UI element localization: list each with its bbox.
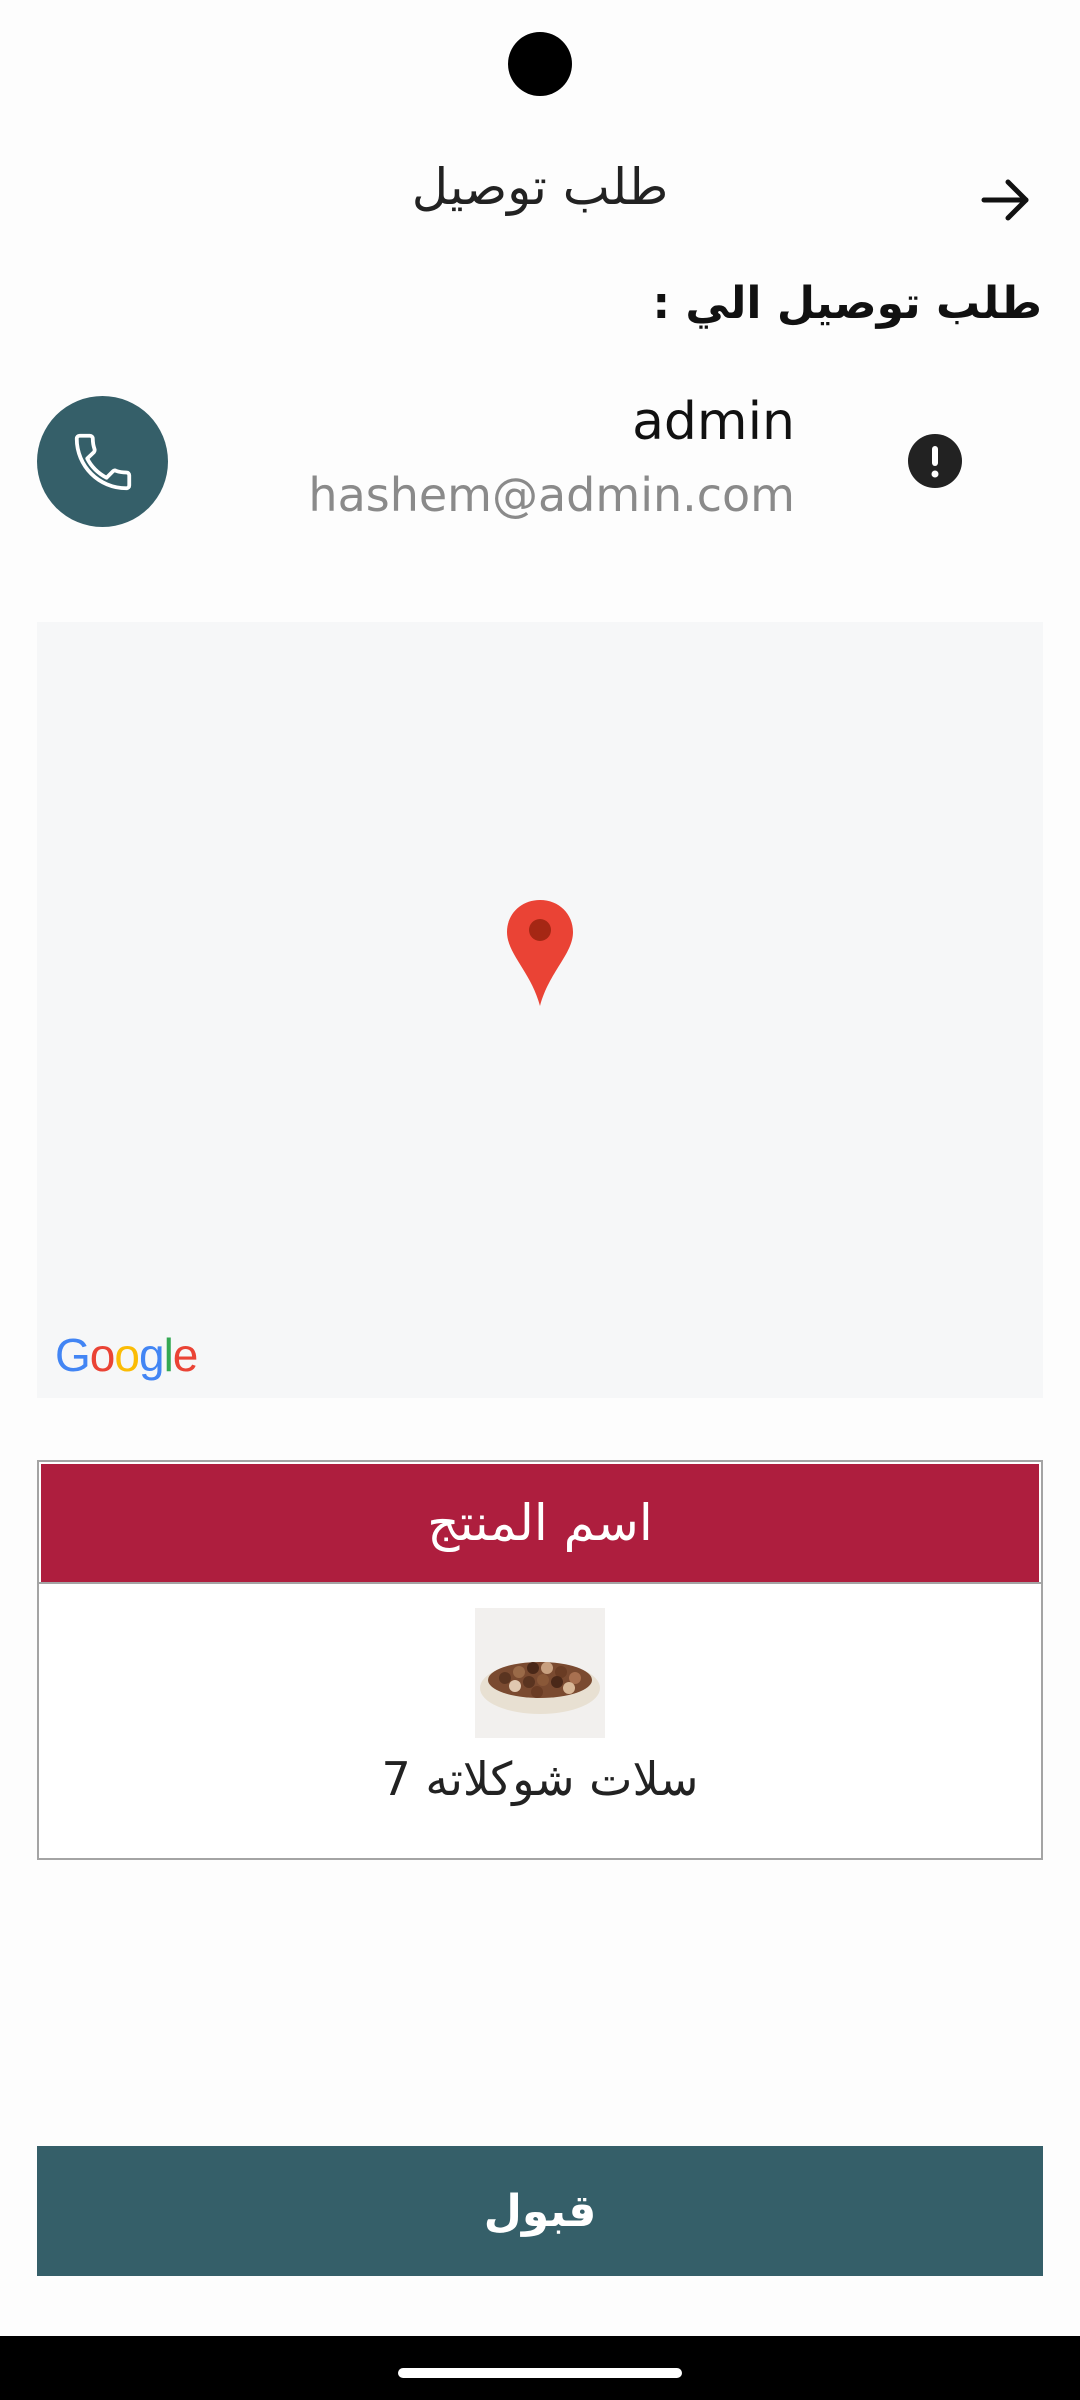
product-name-column-header: اسم المنتج [41, 1464, 1039, 1582]
location-map[interactable]: Google [37, 622, 1043, 1398]
camera-cutout [508, 32, 572, 96]
product-image [475, 1608, 605, 1738]
customer-email: hashem@admin.com [308, 468, 795, 522]
accept-button[interactable]: قبول [37, 2146, 1043, 2276]
map-pin-icon [507, 900, 573, 1006]
delivery-to-label: طلب توصيل الي : [652, 278, 1042, 329]
call-button[interactable] [37, 396, 168, 527]
customer-name: admin [632, 392, 795, 452]
delivery-request-screen: طلب توصيل طلب توصيل الي : admin hashem@a… [0, 0, 1080, 2400]
page-title: طلب توصيل [411, 158, 669, 216]
phone-icon [74, 433, 131, 490]
product-item-name: سلات شوكلاته 7 [381, 1752, 699, 1806]
google-logo: Google [55, 1329, 198, 1381]
back-arrow-icon[interactable] [976, 170, 1036, 230]
exclamation-circle-icon[interactable] [908, 434, 962, 488]
system-navigation-bar [0, 2336, 1080, 2400]
table-divider [39, 1582, 1041, 1584]
home-indicator[interactable] [398, 2368, 682, 2378]
products-table: اسم المنتج سلات شوكلاته 7 [37, 1460, 1043, 1860]
